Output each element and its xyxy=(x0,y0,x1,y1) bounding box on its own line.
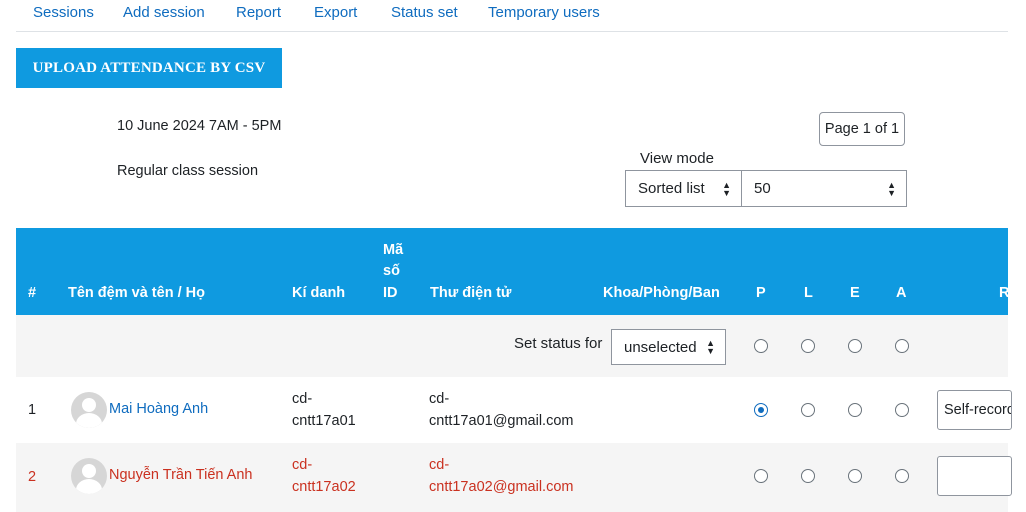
session-description: Regular class session xyxy=(117,163,259,179)
view-mode-select[interactable]: Sorted list ▲ ▼ xyxy=(625,170,742,207)
header-id-line3[interactable]: ID xyxy=(383,285,398,301)
header-status-a: A xyxy=(896,285,907,301)
header-status-p: P xyxy=(756,285,766,301)
set-all-excused-radio[interactable] xyxy=(848,339,862,353)
absent-radio[interactable] xyxy=(895,469,909,483)
username-line2: cntt17a01 xyxy=(292,413,356,429)
select-arrows-icon: ▲ ▼ xyxy=(722,179,731,198)
header-status-e: E xyxy=(850,285,860,301)
header-id-line1[interactable]: Mã xyxy=(383,242,403,258)
per-page-value: 50 xyxy=(754,180,771,197)
table-header: # Tên đệm và tên / Họ Kí danh Mã số ID T… xyxy=(16,228,1010,315)
header-email[interactable]: Thư điện tử xyxy=(430,285,511,301)
set-all-present-radio[interactable] xyxy=(754,339,768,353)
present-radio[interactable] xyxy=(754,469,768,483)
table-row: 2 Nguyễn Trần Tiến Anh cd- cntt17a02 cd-… xyxy=(16,443,1012,512)
excused-radio[interactable] xyxy=(848,403,862,417)
nav-sessions[interactable]: Sessions xyxy=(33,4,94,21)
session-date: 10 June 2024 7AM - 5PM xyxy=(117,118,282,134)
late-radio[interactable] xyxy=(801,403,815,417)
row-number: 2 xyxy=(28,469,37,485)
row-number: 1 xyxy=(28,402,37,418)
absent-radio[interactable] xyxy=(895,403,909,417)
set-status-row: Set status for unselected ▲ ▼ xyxy=(16,315,1008,377)
set-status-value: unselected xyxy=(624,338,697,356)
nav-add-session[interactable]: Add session xyxy=(123,4,205,21)
username-line1: cd- xyxy=(292,391,313,407)
remarks-value: Self-recorded xyxy=(944,402,1011,418)
late-radio[interactable] xyxy=(801,469,815,483)
present-radio[interactable] xyxy=(754,403,768,417)
email-line2: cntt17a02@gmail.com xyxy=(429,479,574,495)
excused-radio[interactable] xyxy=(848,469,862,483)
page-indicator[interactable]: Page 1 of 1 xyxy=(819,112,905,146)
select-arrows-icon: ▲ ▼ xyxy=(887,179,896,198)
nav-export[interactable]: Export xyxy=(314,4,357,21)
email-line1: cd- xyxy=(429,391,450,407)
table-row: 1 Mai Hoàng Anh cd- cntt17a01 cd- cntt17… xyxy=(16,377,1012,443)
upload-attendance-button[interactable]: Upload attendance by CSV xyxy=(16,48,282,88)
email-line1: cd- xyxy=(429,457,450,473)
avatar[interactable] xyxy=(71,458,107,494)
email-line2: cntt17a01@gmail.com xyxy=(429,413,574,429)
view-mode-value: Sorted list xyxy=(638,180,705,197)
nav-report[interactable]: Report xyxy=(236,4,281,21)
student-name-link[interactable]: Mai Hoàng Anh xyxy=(109,401,208,417)
username-line1: cd- xyxy=(292,457,313,473)
header-number: # xyxy=(28,285,37,301)
set-status-select[interactable]: unselected ▲ ▼ xyxy=(611,329,726,365)
header-username[interactable]: Kí danh xyxy=(292,285,345,301)
view-mode-label: View mode xyxy=(640,150,714,167)
select-arrows-icon: ▲ ▼ xyxy=(706,338,715,356)
remarks-input[interactable] xyxy=(937,456,1012,496)
avatar[interactable] xyxy=(71,392,107,428)
nav-divider xyxy=(16,31,1008,32)
set-all-late-radio[interactable] xyxy=(801,339,815,353)
username-line2: cntt17a02 xyxy=(292,479,356,495)
per-page-select[interactable]: 50 ▲ ▼ xyxy=(741,170,907,207)
header-department[interactable]: Khoa/Phòng/Ban xyxy=(603,285,720,301)
student-name-link[interactable]: Nguyễn Trần Tiến Anh xyxy=(109,467,253,483)
set-all-absent-radio[interactable] xyxy=(895,339,909,353)
header-name[interactable]: Tên đệm và tên / Họ xyxy=(68,285,205,301)
header-status-l: L xyxy=(804,285,813,301)
remarks-input[interactable]: Self-recorded xyxy=(937,390,1012,430)
nav-status-set[interactable]: Status set xyxy=(391,4,458,21)
header-id-line2[interactable]: số xyxy=(383,263,400,279)
nav-temporary-users[interactable]: Temporary users xyxy=(488,4,600,21)
header-remarks: R xyxy=(999,285,1010,301)
set-status-label: Set status for xyxy=(514,335,603,352)
